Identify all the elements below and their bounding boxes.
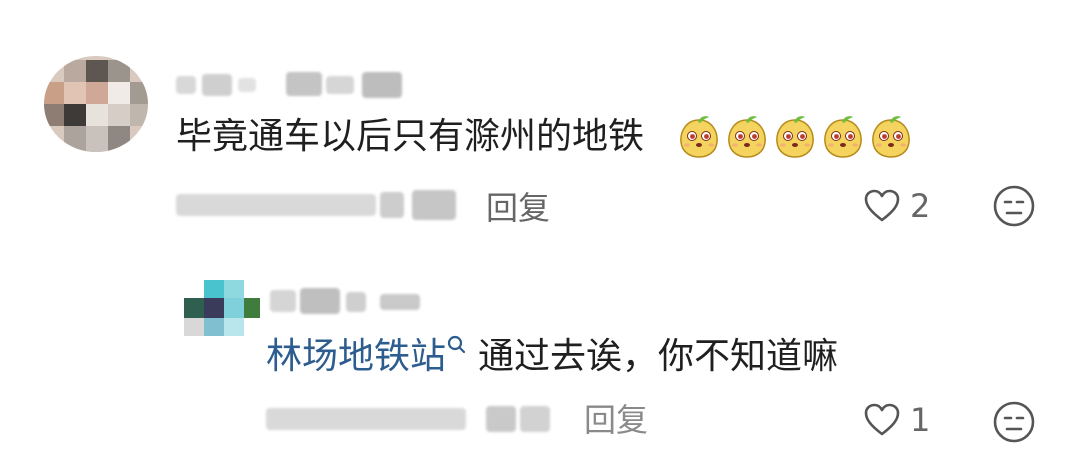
reply-like-count: 1 (910, 401, 931, 439)
neutral-face-icon[interactable] (992, 400, 1036, 444)
mention-link[interactable]: 林场地铁站 (266, 336, 446, 377)
neutral-face-icon[interactable] (992, 184, 1036, 228)
mango-face-emoji (872, 116, 910, 158)
comment-meta-redacted (176, 186, 466, 226)
comment-like-count: 2 (910, 187, 931, 225)
replier-name-redacted[interactable] (270, 286, 430, 316)
comment-text: 毕竟通车以后只有滁州的地铁 (176, 116, 645, 157)
reply-text-line: 林场地铁站 通过去诶，你不知道嘛 (266, 332, 906, 382)
comment-reply-button[interactable]: 回复 (486, 188, 566, 228)
mango-face-emoji (728, 116, 766, 158)
reply-like-button[interactable]: 1 (862, 398, 942, 442)
reply-reply-button[interactable]: 回复 (584, 400, 664, 440)
search-icon (447, 335, 466, 354)
mango-face-emoji (680, 116, 718, 158)
emoji-group (676, 114, 916, 164)
mango-face-emoji (776, 116, 814, 158)
heart-outline-icon (864, 189, 900, 222)
commenter-avatar[interactable] (44, 56, 148, 152)
reply-text: 通过去诶，你不知道嘛 (478, 336, 839, 377)
heart-outline-icon (864, 403, 900, 436)
commenter-name-redacted[interactable] (176, 70, 416, 100)
reply-meta-redacted (266, 400, 566, 440)
comment-like-button[interactable]: 2 (862, 184, 942, 228)
replier-avatar[interactable] (184, 280, 260, 336)
mango-face-emoji (824, 116, 862, 158)
